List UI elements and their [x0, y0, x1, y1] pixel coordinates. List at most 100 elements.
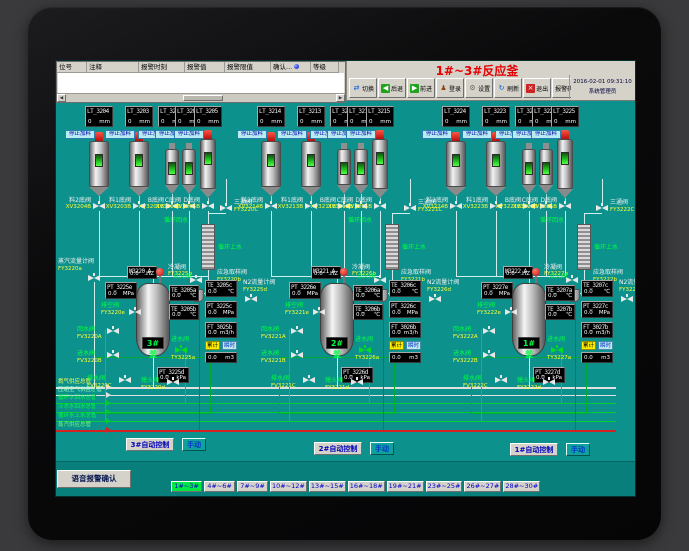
return-valve[interactable]: [483, 326, 495, 335]
feed-stop-label[interactable]: 停止加料: [346, 130, 376, 139]
totalizer-total-button[interactable]: 累计: [581, 341, 596, 350]
vent-valve[interactable]: [505, 307, 517, 316]
condenser-valve[interactable]: [374, 275, 386, 284]
auto-control-button[interactable]: 3#自动控制: [126, 438, 174, 451]
toolbar-button-label: 退出: [536, 84, 548, 93]
return-valve[interactable]: [291, 326, 303, 335]
toolbar-button[interactable]: ×退出: [523, 78, 551, 98]
condenser-valve[interactable]: [566, 275, 578, 284]
toolbar-button[interactable]: ⇄切换: [349, 78, 377, 98]
inlet-valve[interactable]: [483, 350, 495, 359]
inlet-valve[interactable]: [107, 350, 119, 359]
auto-control-button[interactable]: 1#自动控制: [510, 443, 558, 456]
reactor-page-tab[interactable]: 19#~21#: [387, 481, 424, 492]
toolbar-button[interactable]: ◀后退: [378, 78, 406, 98]
tank-cone: [372, 189, 388, 198]
condenser[interactable]: [201, 224, 215, 270]
toolbar-button[interactable]: ♟登录: [436, 78, 464, 98]
alarm-column-header[interactable]: 位号: [57, 62, 87, 73]
instrument-row: 0mm: [197, 119, 219, 125]
reactor-page-tab[interactable]: 4#~6#: [204, 481, 235, 492]
cooling-inlet-valve[interactable]: [359, 345, 371, 354]
instrument-row: 0mm: [128, 119, 150, 125]
tank-level-window: [561, 152, 569, 165]
flameout-valve-tag: FY3220d: [141, 386, 165, 392]
reactor-page-tab[interactable]: 16#~18#: [348, 481, 385, 492]
unit: mm: [99, 119, 110, 125]
instrument-tag: TE_3205c: [206, 281, 236, 289]
tank-bottom-valve[interactable]: [202, 201, 214, 210]
toolbar-button[interactable]: ⚙设置: [465, 78, 493, 98]
vent-valve[interactable]: [313, 307, 325, 316]
pipe-label: 循环水回水总管: [58, 396, 97, 402]
feed-stop-label[interactable]: 停止加料: [531, 130, 561, 139]
condenser[interactable]: [385, 224, 399, 270]
totalizer-total-button[interactable]: 累计: [205, 341, 220, 350]
reactor-page-tab[interactable]: 23#~25#: [426, 481, 463, 492]
totalizer-total-button[interactable]: 累计: [389, 341, 404, 350]
vent-valve[interactable]: [129, 307, 141, 316]
feed-stop-label[interactable]: 停止加料: [277, 130, 307, 139]
feed-stop-label[interactable]: 停止加料: [422, 130, 452, 139]
valve-stem: [112, 326, 114, 329]
reactor-page-tab[interactable]: 28#~30#: [503, 481, 540, 492]
level-box: LT_32150mm: [366, 106, 394, 127]
alarm-column-header[interactable]: 注释: [87, 62, 139, 73]
auto-control-button[interactable]: 2#自动控制: [314, 442, 362, 455]
three-way-valve[interactable]: [596, 203, 608, 212]
reactor-page-tab[interactable]: 7#~9#: [237, 481, 268, 492]
pipe: [380, 211, 381, 276]
flameout-valve[interactable]: [351, 377, 363, 386]
toolbar-button[interactable]: ↻刷新: [494, 78, 522, 98]
pipe: [289, 329, 290, 421]
instrument-tag: LT_3203: [126, 107, 152, 115]
feed-stop-label[interactable]: 停止加料: [462, 130, 492, 139]
feed-stop-label[interactable]: 停止加料: [237, 130, 267, 139]
n2-flow-valve[interactable]: [245, 294, 257, 303]
condenser[interactable]: [577, 224, 591, 270]
alarm-column-header[interactable]: 报警值: [185, 62, 225, 73]
cooling-inlet-valve[interactable]: [175, 345, 187, 354]
value: 0.0: [356, 293, 365, 299]
confirm-sort-icon[interactable]: [294, 64, 299, 69]
totalizer-inst-button[interactable]: 瞬时: [222, 341, 237, 350]
n2-flow-valve[interactable]: [429, 294, 441, 303]
reactor-page-tab[interactable]: 26#~27#: [464, 481, 501, 492]
pipe: [392, 213, 393, 224]
condenser-valve[interactable]: [190, 275, 202, 284]
feed-stop-label[interactable]: 停止加料: [65, 130, 95, 139]
totalizer-inst-button[interactable]: 瞬时: [598, 341, 613, 350]
reactor-page-tab[interactable]: 13#~15#: [309, 481, 346, 492]
manual-mode-indicator[interactable]: 手动: [182, 438, 206, 451]
alarm-column-header[interactable]: 报警时刻: [139, 62, 185, 73]
tank-bottom-valve[interactable]: [559, 201, 571, 210]
manual-mode-indicator[interactable]: 手动: [566, 443, 590, 456]
flameout-valve[interactable]: [167, 377, 179, 386]
manual-mode-indicator[interactable]: 手动: [370, 442, 394, 455]
clock-panel: 2016-02-01 09:31:10 系统管理员: [569, 75, 635, 99]
reactor-page-tab[interactable]: 10#~12#: [270, 481, 307, 492]
inlet-valve[interactable]: [291, 350, 303, 359]
feed-stop-label[interactable]: 停止加料: [174, 130, 204, 139]
tank-valve-tag: XV3203B: [97, 205, 131, 211]
tank-bottom-valve[interactable]: [374, 201, 386, 210]
instrument-tag: TE_3206c: [390, 281, 420, 289]
reactor-page-tab[interactable]: 1#~3#: [171, 481, 202, 492]
flameout-valve[interactable]: [543, 377, 555, 386]
valve-stem: [626, 294, 628, 297]
drain-valve[interactable]: [303, 375, 315, 384]
voice-alarm-confirm-button[interactable]: 语音报警确认: [57, 470, 131, 488]
drain-valve[interactable]: [119, 375, 131, 384]
alarm-column-header[interactable]: 等级: [311, 62, 339, 73]
reactor-name-plate: 2#釜: [326, 337, 348, 349]
toolbar-button[interactable]: ▶前进: [407, 78, 435, 98]
totalizer-inst-button[interactable]: 瞬时: [406, 341, 421, 350]
drain-valve[interactable]: [495, 375, 507, 384]
alarm-column-header[interactable]: 确认...: [271, 62, 311, 73]
alarm-column-header[interactable]: 报警限值: [225, 62, 271, 73]
cooling-inlet-valve[interactable]: [551, 345, 563, 354]
valve-stem: [318, 307, 320, 310]
feed-stop-label[interactable]: 停止加料: [105, 130, 135, 139]
n2-flow-valve[interactable]: [621, 294, 633, 303]
return-valve[interactable]: [107, 326, 119, 335]
